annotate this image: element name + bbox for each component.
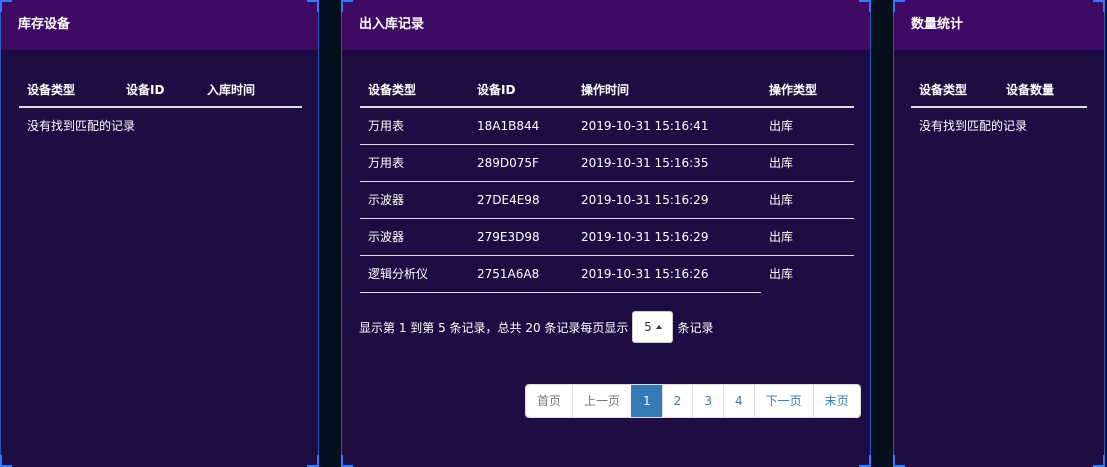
table-row: 逻辑分析仪 2751A6A8 2019-10-31 15:16:26 出库 xyxy=(360,255,854,293)
records-table: 设备类型 设备ID 操作时间 操作类型 万用表 18A1B844 2019-10… xyxy=(360,73,854,293)
column-header[interactable]: 设备ID xyxy=(118,73,199,108)
table-header-row: 设备类型 设备数量 xyxy=(911,73,1087,108)
cell-device-id: 18A1B844 xyxy=(469,107,573,145)
table-row: 万用表 289D075F 2019-10-31 15:16:35 出库 xyxy=(360,144,854,182)
cell-op-type: 出库 xyxy=(761,181,854,219)
column-header[interactable]: 设备ID xyxy=(469,73,573,108)
corner-decoration xyxy=(0,0,12,12)
column-header[interactable]: 设备数量 xyxy=(998,73,1087,108)
corner-decoration xyxy=(307,455,319,467)
cell-op-type: 出库 xyxy=(761,107,854,145)
next-page-button[interactable]: 下一页 xyxy=(753,385,813,417)
cell-device-id: 289D075F xyxy=(469,144,573,182)
page-2-button[interactable]: 2 xyxy=(661,385,693,417)
cell-time: 2019-10-31 15:16:35 xyxy=(573,144,761,182)
corner-decoration xyxy=(307,0,319,12)
page-size-value: 5 xyxy=(644,320,652,334)
column-header[interactable]: 操作类型 xyxy=(761,73,854,108)
cell-device-type: 示波器 xyxy=(360,218,469,256)
page-3-button[interactable]: 3 xyxy=(692,385,723,417)
page-1-button[interactable]: 1 xyxy=(631,385,662,417)
cell-time: 2019-10-31 15:16:26 xyxy=(573,255,761,293)
empty-message: 没有找到匹配的记录 xyxy=(27,119,136,133)
corner-decoration xyxy=(0,455,12,467)
cell-time: 2019-10-31 15:16:29 xyxy=(573,218,761,256)
first-page-button[interactable]: 首页 xyxy=(526,385,573,417)
corner-decoration xyxy=(1093,455,1105,467)
corner-decoration xyxy=(1093,0,1105,12)
column-header[interactable]: 设备类型 xyxy=(360,73,469,108)
cell-device-id: 2751A6A8 xyxy=(469,255,573,293)
inventory-panel-title: 库存设备 xyxy=(1,0,318,50)
table-row: 没有找到匹配的记录 xyxy=(911,107,1087,143)
table-header-row: 设备类型 设备ID 操作时间 操作类型 xyxy=(360,73,854,108)
cell-op-type: 出库 xyxy=(761,218,854,256)
table-row: 示波器 279E3D98 2019-10-31 15:16:29 出库 xyxy=(360,218,854,256)
records-panel: 出入库记录 设备类型 设备ID 操作时间 操作类型 万用表 18A1B844 2… xyxy=(341,0,871,467)
cell-op-type: 出库 xyxy=(769,267,794,282)
cell-device-type: 示波器 xyxy=(360,181,469,219)
column-header[interactable]: 操作时间 xyxy=(573,73,761,108)
cell-device-type: 万用表 xyxy=(360,107,469,145)
pagination-info: 显示第 1 到第 5 条记录，总共 20 条记录每页显示 5 条记录 xyxy=(359,311,713,343)
table-row: 示波器 27DE4E98 2019-10-31 15:16:29 出库 xyxy=(360,181,854,219)
cell-time: 2019-10-31 15:16:29 xyxy=(573,181,761,219)
prev-page-button[interactable]: 上一页 xyxy=(572,385,632,417)
corner-decoration xyxy=(341,455,353,467)
corner-decoration xyxy=(893,0,905,12)
page-size-dropdown[interactable]: 5 xyxy=(632,311,674,343)
caret-up-icon xyxy=(655,325,662,329)
corner-decoration xyxy=(341,0,353,12)
cell-device-type: 逻辑分析仪 xyxy=(360,255,469,293)
table-header-row: 设备类型 设备ID 入库时间 xyxy=(19,73,302,108)
stats-table: 设备类型 设备数量 没有找到匹配的记录 xyxy=(911,73,1087,143)
cell-device-id: 27DE4E98 xyxy=(469,181,573,219)
corner-decoration xyxy=(893,455,905,467)
column-header[interactable]: 设备类型 xyxy=(19,73,118,108)
corner-decoration xyxy=(859,455,871,467)
corner-decoration xyxy=(859,0,871,12)
cell-time: 2019-10-31 15:16:41 xyxy=(573,107,761,145)
column-header[interactable]: 入库时间 xyxy=(199,73,302,108)
last-page-button[interactable]: 末页 xyxy=(812,385,860,417)
empty-message: 没有找到匹配的记录 xyxy=(919,119,1028,133)
records-panel-title: 出入库记录 xyxy=(342,0,870,50)
stats-panel-title: 数量统计 xyxy=(894,0,1104,50)
cell-op-type: 出库 xyxy=(761,144,854,182)
page-4-button[interactable]: 4 xyxy=(722,385,754,417)
column-header[interactable]: 设备类型 xyxy=(911,73,998,108)
pagination-info-text: 显示第 1 到第 5 条记录，总共 20 条记录每页显示 xyxy=(359,320,629,335)
pagination: 首页 上一页 1 2 3 4 下一页 末页 xyxy=(525,384,861,418)
stats-panel: 数量统计 设备类型 设备数量 没有找到匹配的记录 xyxy=(893,0,1105,467)
table-row: 万用表 18A1B844 2019-10-31 15:16:41 出库 xyxy=(360,107,854,145)
inventory-table: 设备类型 设备ID 入库时间 没有找到匹配的记录 xyxy=(19,73,302,143)
table-row: 没有找到匹配的记录 xyxy=(19,107,302,143)
inventory-panel: 库存设备 设备类型 设备ID 入库时间 没有找到匹配的记录 xyxy=(0,0,319,467)
cell-device-id: 279E3D98 xyxy=(469,218,573,256)
pagination-info-suffix: 条记录 xyxy=(677,320,714,335)
cell-device-type: 万用表 xyxy=(360,144,469,182)
